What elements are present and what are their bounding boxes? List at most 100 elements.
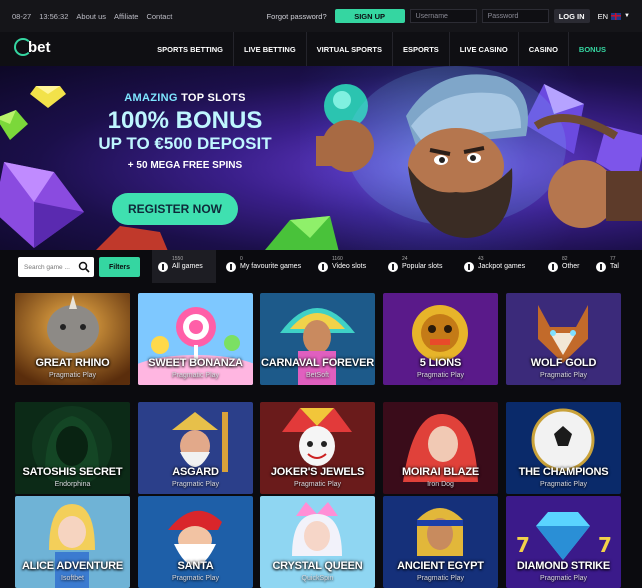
game-tile[interactable]: 5 LIONS Pragmatic Play (383, 293, 498, 385)
tab-count: 1550 (172, 256, 184, 262)
svg-text:7: 7 (598, 533, 612, 557)
gem-green-icon (0, 110, 28, 140)
game-title: MOIRAI BLAZE (401, 466, 480, 478)
game-tile[interactable]: ALICE ADVENTURE Isoftbet (15, 496, 130, 588)
log-in-button[interactable]: LOG IN (553, 9, 590, 23)
hero-bonus-headline: 100% BONUS (107, 107, 263, 134)
language-selector[interactable]: EN ▼ (598, 12, 630, 21)
game-provider: Pragmatic Play (171, 372, 220, 379)
game-title: THE CHAMPIONS (518, 466, 609, 478)
game-tile[interactable]: MOIRAI BLAZE Iron Dog (383, 402, 498, 494)
game-provider: Pragmatic Play (416, 575, 465, 582)
game-tile[interactable]: ASGARD Pragmatic Play (138, 402, 253, 494)
game-tile[interactable]: WOLF GOLD Pragmatic Play (506, 293, 621, 385)
tab-jackpot-games[interactable]: 43 Jackpot games (458, 250, 538, 283)
svg-text:7: 7 (516, 533, 530, 557)
game-tile[interactable]: JOKER'S JEWELS Pragmatic Play (260, 402, 375, 494)
game-tile[interactable]: ANCIENT EGYPT Pragmatic Play (383, 496, 498, 588)
tab-other[interactable]: 82 Other (542, 250, 586, 283)
hero-tagline: AMAZING TOP SLOTS (70, 92, 300, 104)
forgot-password-link[interactable]: Forgot password? (267, 12, 327, 21)
game-tile[interactable]: CARNAVAL FOREVER BetSoft (260, 293, 375, 385)
category-icon (596, 261, 606, 272)
tab-label: Video slots (332, 263, 367, 270)
link-about-us[interactable]: About us (76, 12, 106, 21)
username-field[interactable]: Username (409, 9, 477, 23)
category-icon (548, 261, 558, 272)
main-nav: bet SPORTS BETTING LIVE BETTING VIRTUAL … (0, 32, 642, 66)
nav-bonus[interactable]: BONUS (567, 32, 616, 66)
tab-count: 82 (562, 256, 568, 262)
tab-table[interactable]: 77 Tal (590, 250, 642, 283)
game-title: ASGARD (172, 466, 219, 478)
tab-label: My favourite games (240, 263, 302, 270)
tab-label: Popular slots (402, 263, 443, 270)
game-title: CRYSTAL QUEEN (272, 560, 363, 572)
uk-flag-icon (611, 12, 622, 20)
game-tile[interactable]: SANTA Pragmatic Play (138, 496, 253, 588)
hero-banner[interactable]: AMAZING TOP SLOTS 100% BONUS UP TO €500 … (0, 66, 642, 250)
game-title: GREAT RHINO (35, 357, 110, 369)
game-title: ALICE ADVENTURE (21, 560, 124, 572)
nav-live-betting[interactable]: LIVE BETTING (232, 32, 306, 66)
game-provider: QuickSpin (301, 575, 334, 582)
nav-virtual-sports[interactable]: VIRTUAL SPORTS (305, 32, 392, 66)
game-provider: BetSoft (306, 372, 329, 379)
search-icon[interactable] (78, 261, 90, 273)
game-tile[interactable]: 7 7 DIAMOND STRIKE Pragmatic Play (506, 496, 621, 588)
game-title: CARNAVAL FOREVER (261, 357, 374, 369)
tab-video-slots[interactable]: 1160 Video slots (312, 250, 378, 283)
logo[interactable]: bet (14, 38, 51, 56)
tab-count: 0 (240, 256, 243, 262)
tab-label: All games (172, 263, 203, 270)
game-tile[interactable]: THE CHAMPIONS Pragmatic Play (506, 402, 621, 494)
chevron-down-icon: ▼ (624, 13, 630, 19)
link-contact[interactable]: Contact (146, 12, 172, 21)
sign-up-button[interactable]: SIGN UP (334, 9, 405, 23)
game-grid: GREAT RHINO Pragmatic Play SWEET BONANZA… (0, 283, 642, 588)
category-icon (226, 261, 236, 272)
search-placeholder: Search game ... (24, 263, 70, 271)
clock: 13:56:32 (39, 11, 69, 21)
gem-red-icon (96, 226, 168, 250)
category-icon (158, 261, 168, 272)
hero-tagline-amazing: AMAZING (124, 92, 178, 104)
link-affiliate[interactable]: Affiliate (114, 12, 138, 21)
hero-tagline-top-slots: TOP SLOTS (181, 92, 246, 104)
game-provider: Pragmatic Play (293, 481, 342, 488)
hero-text: AMAZING TOP SLOTS 100% BONUS UP TO €500 … (70, 92, 300, 171)
register-now-button[interactable]: REGISTER NOW (112, 193, 238, 225)
category-icon (388, 261, 398, 272)
tab-count: 77 (610, 256, 616, 262)
game-provider: Endorphina (54, 481, 91, 488)
game-provider: Pragmatic Play (539, 372, 588, 379)
logo-text: bet (28, 38, 51, 56)
nav-menu: SPORTS BETTING LIVE BETTING VIRTUAL SPOR… (147, 32, 616, 66)
filters-button[interactable]: Filters (99, 257, 140, 277)
tab-popular-slots[interactable]: 24 Popular slots (382, 250, 456, 283)
game-provider: Pragmatic Play (539, 575, 588, 582)
game-title: WOLF GOLD (530, 357, 597, 369)
tab-count: 43 (478, 256, 484, 262)
nav-live-casino[interactable]: LIVE CASINO (448, 32, 518, 66)
nav-esports[interactable]: ESPORTS (391, 32, 449, 66)
game-title: DIAMOND STRIKE (516, 560, 611, 572)
game-tile[interactable]: SATOSHIS SECRET Endorphina (15, 402, 130, 494)
gem-yellow-icon (30, 86, 66, 108)
tab-label: Tal (610, 263, 619, 270)
nav-casino[interactable]: CASINO (517, 32, 568, 66)
gem-purple-icon (0, 162, 84, 248)
game-provider: Iron Dog (427, 481, 454, 488)
game-title: SANTA (177, 560, 214, 572)
tab-my-favourite-games[interactable]: 0 My favourite games (220, 250, 310, 283)
game-tile[interactable]: CRYSTAL QUEEN QuickSpin (260, 496, 375, 588)
tab-count: 1160 (332, 256, 343, 262)
password-field[interactable]: Password (481, 9, 549, 23)
game-provider: Isoftbet (61, 575, 84, 582)
nav-sports-betting[interactable]: SPORTS BETTING (147, 32, 233, 66)
game-tile[interactable]: SWEET BONANZA Pragmatic Play (138, 293, 253, 385)
search-game-input[interactable]: Search game ... (18, 257, 94, 277)
game-title: 5 LIONS (419, 357, 462, 369)
game-tile[interactable]: GREAT RHINO Pragmatic Play (15, 293, 130, 385)
tab-all-games[interactable]: 1550 All games (152, 250, 216, 283)
